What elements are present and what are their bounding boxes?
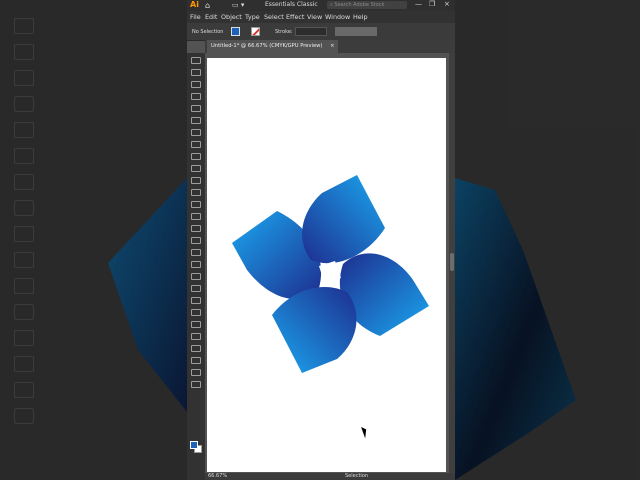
ai-logo: Ai — [190, 0, 199, 9]
menu-bar: File Edit Object Type Select Effect View… — [187, 11, 455, 23]
menu-file[interactable]: File — [190, 13, 201, 21]
rotate-tool-icon[interactable] — [191, 201, 201, 208]
title-bar: Ai ⌂ ▭ ▾ Essentials Classic ⌕ Search Ado… — [187, 0, 455, 11]
paintbrush-tool-icon[interactable] — [191, 165, 201, 172]
selection-status: No Selection — [192, 29, 224, 35]
free-transform-tool-icon[interactable] — [191, 237, 201, 244]
left-blur-background — [0, 0, 187, 480]
column-graph-tool-icon[interactable] — [191, 333, 201, 340]
search-icon: ⌕ — [330, 2, 333, 8]
shape-builder-tool-icon[interactable] — [191, 249, 201, 256]
right-blur-background — [455, 0, 640, 480]
gradient-tool-icon[interactable] — [191, 285, 201, 292]
curvature-tool-icon[interactable] — [191, 117, 201, 124]
search-stock-input[interactable]: ⌕ Search Adobe Stock — [327, 1, 407, 9]
tools-panel — [187, 53, 205, 480]
menu-select[interactable]: Select — [264, 13, 284, 21]
minimize-icon[interactable]: — — [415, 0, 422, 8]
workspace-switcher-icon[interactable]: ▭ ▾ — [232, 1, 244, 9]
zoom-level[interactable]: 66.67% — [208, 473, 227, 479]
zoom-tool-icon[interactable] — [191, 381, 201, 388]
stroke-profile-dropdown[interactable] — [335, 27, 377, 36]
blend-tool-icon[interactable] — [191, 309, 201, 316]
direct-selection-tool-icon[interactable] — [191, 69, 201, 76]
fill-color-swatch[interactable] — [190, 441, 198, 449]
search-placeholder: Search Adobe Stock — [334, 2, 385, 8]
shaper-tool-icon[interactable] — [191, 177, 201, 184]
control-bar: No Selection Stroke: — [187, 23, 455, 41]
menu-type[interactable]: Type — [245, 13, 260, 21]
symbol-sprayer-tool-icon[interactable] — [191, 321, 201, 328]
home-icon[interactable]: ⌂ — [205, 1, 210, 10]
pinwheel-artwork[interactable] — [207, 58, 446, 472]
restore-icon[interactable]: ❐ — [429, 0, 435, 8]
width-tool-icon[interactable] — [191, 225, 201, 232]
magic-wand-tool-icon[interactable] — [191, 81, 201, 88]
pinwheel-blade-top — [302, 175, 385, 264]
close-tab-icon[interactable]: × — [330, 43, 334, 49]
mesh-tool-icon[interactable] — [191, 273, 201, 280]
document-tab-bar: Untitled-1* @ 66.67% (CMYK/GPU Preview) … — [205, 40, 455, 53]
stroke-label: Stroke: — [275, 29, 293, 35]
pen-tool-icon[interactable] — [191, 105, 201, 112]
document-tab[interactable]: Untitled-1* @ 66.67% (CMYK/GPU Preview) … — [207, 40, 339, 53]
canvas-area[interactable] — [205, 53, 455, 480]
scale-tool-icon[interactable] — [191, 213, 201, 220]
menu-effect[interactable]: Effect — [286, 13, 304, 21]
workspace-name[interactable]: Essentials Classic — [265, 1, 318, 8]
artboard-tool-icon[interactable] — [191, 345, 201, 352]
menu-window[interactable]: Window — [325, 13, 350, 21]
menu-help[interactable]: Help — [353, 13, 368, 21]
vertical-scrollbar[interactable] — [449, 53, 455, 473]
pinwheel-blade-bottom — [272, 286, 357, 373]
close-icon[interactable]: × — [444, 0, 450, 8]
lasso-tool-icon[interactable] — [191, 93, 201, 100]
stroke-weight-field[interactable] — [295, 27, 327, 36]
perspective-grid-tool-icon[interactable] — [191, 261, 201, 268]
document-tab-title: Untitled-1* @ 66.67% (CMYK/GPU Preview) — [211, 43, 323, 49]
type-tool-icon[interactable] — [191, 129, 201, 136]
eraser-tool-icon[interactable] — [191, 189, 201, 196]
current-tool-status: Selection — [345, 473, 369, 479]
line-tool-icon[interactable] — [191, 141, 201, 148]
fill-swatch[interactable] — [231, 27, 240, 36]
illustrator-window: Ai ⌂ ▭ ▾ Essentials Classic ⌕ Search Ado… — [187, 0, 455, 480]
menu-edit[interactable]: Edit — [205, 13, 217, 21]
menu-object[interactable]: Object — [221, 13, 242, 21]
vertical-scrollbar-thumb[interactable] — [450, 253, 454, 271]
rectangle-tool-icon[interactable] — [191, 153, 201, 160]
menu-view[interactable]: View — [307, 13, 322, 21]
selection-tool-icon[interactable] — [191, 57, 201, 64]
status-bar: 66.67% Selection — [205, 473, 455, 480]
slice-tool-icon[interactable] — [191, 357, 201, 364]
pinwheel-center-hole — [319, 261, 341, 285]
stroke-swatch[interactable] — [251, 27, 260, 36]
eyedropper-tool-icon[interactable] — [191, 297, 201, 304]
artboard[interactable] — [207, 58, 446, 472]
hand-tool-icon[interactable] — [191, 369, 201, 376]
